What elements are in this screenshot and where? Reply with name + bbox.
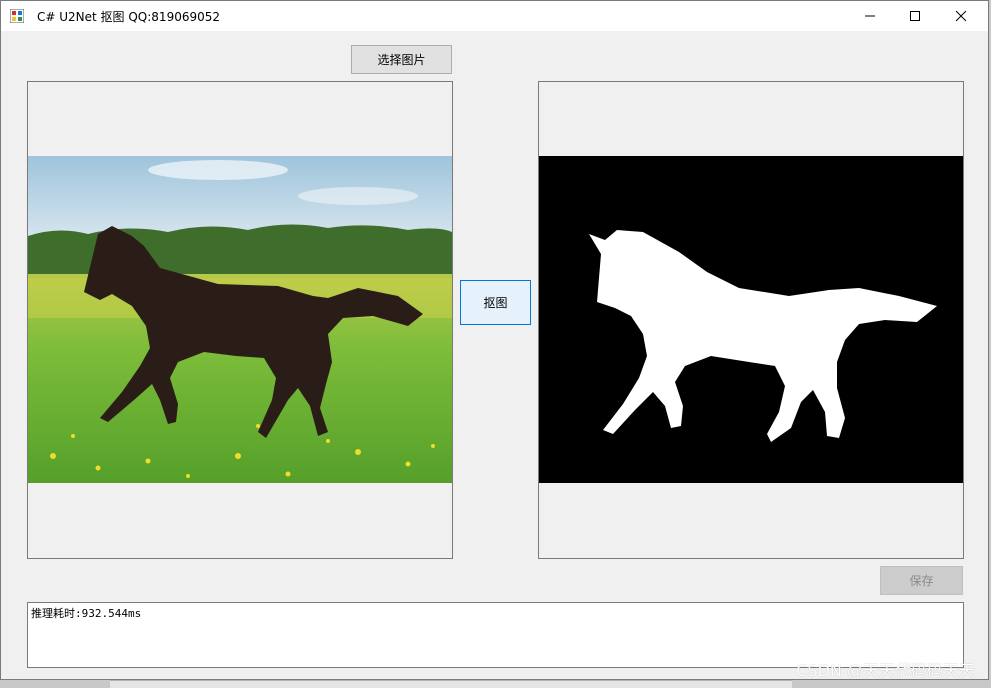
source-horse-photo bbox=[28, 156, 452, 483]
close-icon bbox=[955, 10, 967, 22]
maximize-icon bbox=[910, 11, 920, 21]
maximize-button[interactable] bbox=[892, 1, 938, 31]
main-window: C# U2Net 抠图 QQ:819069052 选择图片 抠图 保存 推理耗时… bbox=[0, 0, 989, 680]
source-image-box bbox=[27, 81, 453, 559]
title-bar[interactable]: C# U2Net 抠图 QQ:819069052 bbox=[1, 1, 988, 31]
csdn-watermark: CSDN @天天代码码天天 bbox=[796, 661, 975, 680]
result-image-box bbox=[538, 81, 964, 559]
select-image-button[interactable]: 选择图片 bbox=[351, 45, 452, 74]
app-icon bbox=[10, 9, 24, 23]
minimize-button[interactable] bbox=[847, 1, 893, 31]
matting-button[interactable]: 抠图 bbox=[460, 280, 531, 325]
background-taskbar-strip bbox=[110, 680, 792, 688]
close-button[interactable] bbox=[938, 1, 984, 31]
window-title: C# U2Net 抠图 QQ:819069052 bbox=[37, 10, 221, 24]
save-button[interactable]: 保存 bbox=[880, 566, 963, 595]
minimize-icon bbox=[865, 15, 875, 17]
result-mask-image bbox=[539, 156, 963, 483]
